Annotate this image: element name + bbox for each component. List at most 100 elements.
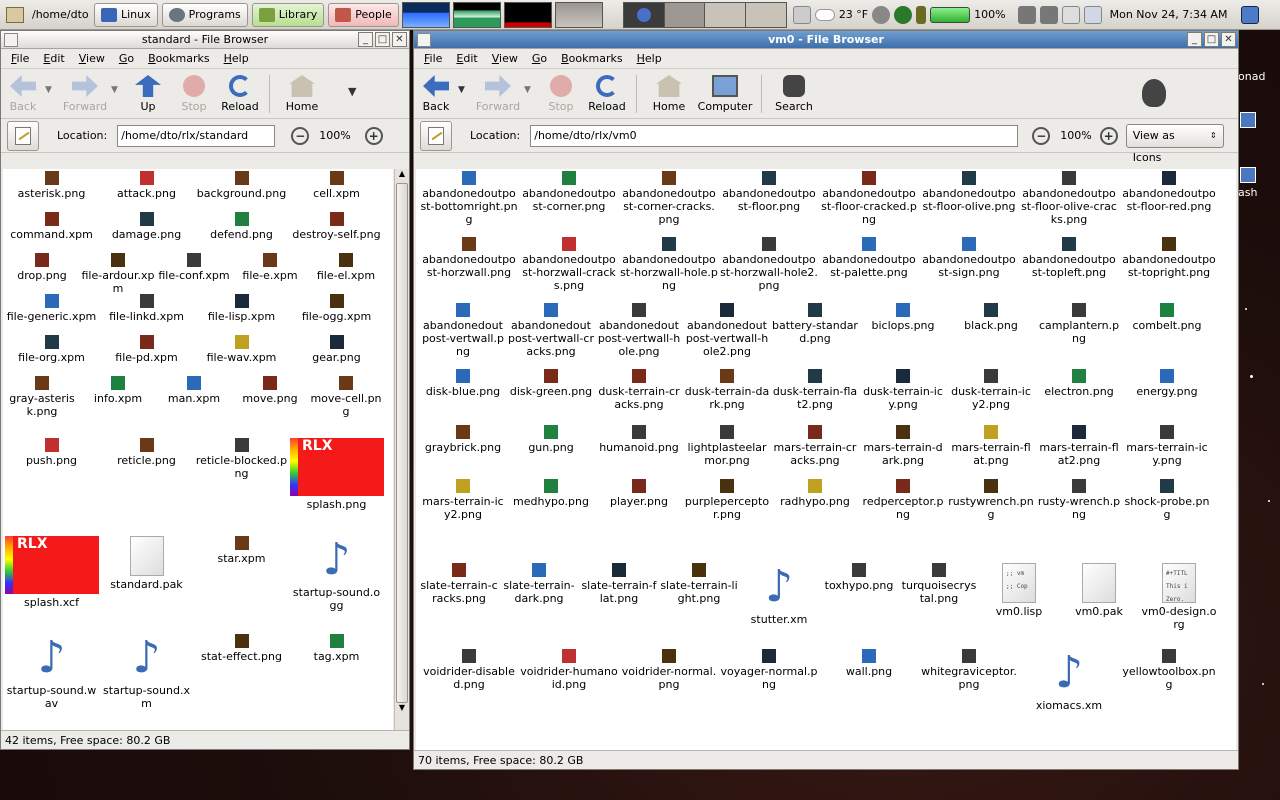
- file-item[interactable]: file-e.xpm: [233, 253, 307, 282]
- file-item[interactable]: mars-terrain-cracks.png: [772, 425, 858, 467]
- file-item[interactable]: RLX splash.png: [290, 438, 384, 511]
- file-item[interactable]: gun.png: [508, 425, 594, 454]
- file-item[interactable]: ♪ xiomacs.xm: [1020, 649, 1118, 713]
- file-item[interactable]: medhypo.png: [508, 479, 594, 508]
- menu-view[interactable]: View: [79, 52, 105, 65]
- menu-go[interactable]: Go: [532, 52, 547, 65]
- file-item[interactable]: #+TITL This i Zero. vm0-design.org: [1140, 563, 1218, 631]
- reload-button[interactable]: Reload: [584, 75, 630, 113]
- file-item[interactable]: whitegraviceptor.png: [920, 649, 1018, 691]
- file-item[interactable]: abandonedoutpost-corner.png: [520, 171, 618, 213]
- file-item[interactable]: yellowtoolbox.png: [1120, 649, 1218, 691]
- home-button[interactable]: Home: [276, 75, 328, 113]
- home-folder-icon[interactable]: [6, 6, 24, 23]
- file-item[interactable]: graybrick.png: [420, 425, 506, 454]
- desktop-item[interactable]: ash: [1238, 186, 1257, 199]
- file-item[interactable]: file-lisp.xpm: [195, 294, 288, 323]
- file-item[interactable]: abandonedoutpost-horzwall-cracks.png: [520, 237, 618, 292]
- file-item[interactable]: abandonedoutpost-topright.png: [1120, 237, 1218, 279]
- file-item[interactable]: damage.png: [100, 212, 193, 241]
- cpu-graph[interactable]: [401, 1, 450, 28]
- file-item[interactable]: info.xpm: [81, 376, 155, 405]
- maximize-button[interactable]: □: [375, 32, 390, 47]
- file-item[interactable]: push.png: [5, 438, 98, 467]
- file-item[interactable]: voidrider-humanoid.png: [520, 649, 618, 691]
- file-item[interactable]: mars-terrain-icy2.png: [420, 479, 506, 521]
- workspace-4[interactable]: [745, 2, 786, 27]
- file-item[interactable]: purpleperceptor.png: [684, 479, 770, 521]
- file-item[interactable]: destroy-self.png: [290, 212, 383, 241]
- file-item[interactable]: file-wav.xpm: [195, 335, 288, 364]
- desktop-folder-icon[interactable]: [1240, 112, 1256, 128]
- file-item[interactable]: drop.png: [5, 253, 79, 282]
- up-button[interactable]: Up: [125, 75, 171, 113]
- menu-help[interactable]: Help: [224, 52, 249, 65]
- file-item[interactable]: file-ardour.xpm: [81, 253, 155, 295]
- file-item[interactable]: ♪ startup-sound.wav: [5, 634, 98, 711]
- file-item[interactable]: background.png: [195, 171, 288, 200]
- close-button[interactable]: ✕: [392, 32, 407, 47]
- file-item[interactable]: defend.png: [195, 212, 288, 241]
- forward-button[interactable]: Forward: [472, 75, 524, 113]
- file-item[interactable]: voidrider-disabled.png: [420, 649, 518, 691]
- file-item[interactable]: ♪ startup-sound.ogg: [290, 536, 383, 613]
- file-item[interactable]: dusk-terrain-flat2.png: [772, 369, 858, 411]
- printer-icon[interactable]: [1061, 5, 1080, 24]
- window-menu-icon[interactable]: [4, 33, 18, 47]
- toolbar-overflow-dropdown[interactable]: ▼: [348, 85, 362, 98]
- panel-button-programs[interactable]: Programs: [161, 2, 248, 27]
- back-history-dropdown[interactable]: ▼: [45, 85, 59, 95]
- drive-icon[interactable]: [792, 5, 811, 24]
- file-item[interactable]: disk-blue.png: [420, 369, 506, 398]
- vertical-scrollbar[interactable]: ▲ ▼: [394, 169, 409, 731]
- window-titlebar[interactable]: vm0 - File Browser _ □ ✕: [414, 31, 1238, 49]
- zoom-out-icon[interactable]: −: [1032, 126, 1051, 145]
- workspace-1[interactable]: [623, 2, 664, 27]
- file-item[interactable]: mars-terrain-flat2.png: [1036, 425, 1122, 467]
- zoom-level[interactable]: 100%: [319, 129, 350, 142]
- file-item[interactable]: voyager-normal.png: [720, 649, 818, 691]
- file-item[interactable]: asterisk.png: [5, 171, 98, 200]
- scroll-thumb[interactable]: [396, 183, 408, 703]
- file-item[interactable]: abandonedoutpost-floor-red.png: [1120, 171, 1218, 213]
- menu-file[interactable]: File: [11, 52, 29, 65]
- file-item[interactable]: camplantern.png: [1036, 303, 1122, 345]
- file-item[interactable]: voidrider-normal.png: [620, 649, 718, 691]
- file-item[interactable]: abandonedoutpost-vertwall-cracks.png: [508, 303, 594, 358]
- network-icon[interactable]: [894, 5, 913, 24]
- menu-edit[interactable]: Edit: [456, 52, 477, 65]
- computer-button[interactable]: Computer: [695, 75, 755, 113]
- file-icon-view[interactable]: abandonedoutpost-bottomright.png abandone…: [416, 169, 1236, 751]
- file-item[interactable]: cell.xpm: [290, 171, 383, 200]
- volume-icon[interactable]: [872, 5, 891, 24]
- file-item[interactable]: file-el.xpm: [309, 253, 383, 282]
- file-item[interactable]: black.png: [948, 303, 1034, 332]
- file-item[interactable]: abandonedoutpost-corner-cracks.png: [620, 171, 718, 226]
- back-button[interactable]: Back: [414, 75, 458, 113]
- forward-history-dropdown[interactable]: ▼: [524, 85, 538, 95]
- computer-icon[interactable]: [1083, 5, 1102, 24]
- file-item[interactable]: rusty-wrench.png: [1036, 479, 1122, 521]
- battery-percent[interactable]: 100%: [974, 8, 1005, 21]
- file-item[interactable]: abandonedoutpost-floor.png: [720, 171, 818, 213]
- menu-view[interactable]: View: [492, 52, 518, 65]
- file-item[interactable]: stat-effect.png: [195, 634, 288, 663]
- location-input[interactable]: /home/dto/rlx/vm0: [530, 124, 1019, 147]
- weather-icon[interactable]: [814, 8, 835, 21]
- file-item[interactable]: lightplasteelarmor.png: [684, 425, 770, 467]
- file-item[interactable]: abandonedoutpost-horzwall-hole2.png: [720, 237, 818, 292]
- file-item[interactable]: abandonedoutpost-floor-olive.png: [920, 171, 1018, 213]
- zoom-level[interactable]: 100%: [1060, 129, 1091, 142]
- file-item[interactable]: abandonedoutpost-vertwall-hole.png: [596, 303, 682, 358]
- workspace-2[interactable]: [663, 2, 705, 27]
- menu-bookmarks[interactable]: Bookmarks: [561, 52, 622, 65]
- file-item[interactable]: abandonedoutpost-vertwall-hole2.png: [684, 303, 770, 358]
- file-item[interactable]: humanoid.png: [596, 425, 682, 454]
- file-item[interactable]: RLX splash.xcf: [5, 536, 99, 609]
- desktop-folder-icon[interactable]: [1240, 167, 1256, 183]
- file-item[interactable]: abandonedoutpost-sign.png: [920, 237, 1018, 279]
- file-item[interactable]: radhypo.png: [772, 479, 858, 508]
- file-item[interactable]: tag.xpm: [290, 634, 383, 663]
- close-button[interactable]: ✕: [1221, 32, 1236, 47]
- menu-bookmarks[interactable]: Bookmarks: [148, 52, 209, 65]
